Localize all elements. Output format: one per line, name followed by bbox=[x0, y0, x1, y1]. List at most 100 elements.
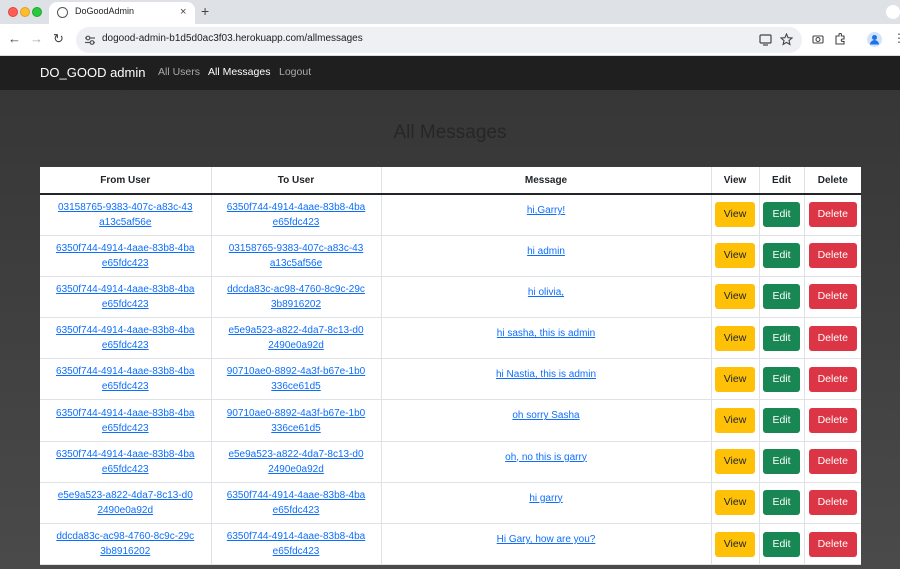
reload-button[interactable]: ↻ bbox=[53, 31, 64, 47]
window-minimize-button[interactable] bbox=[20, 7, 30, 17]
nav-link-logout[interactable]: Logout bbox=[279, 66, 311, 78]
view-button[interactable]: View bbox=[714, 366, 756, 392]
table-row: 6350f744-4914-4aae-83b8-4bae65fdc423 9071… bbox=[40, 358, 861, 401]
delete-button[interactable]: Delete bbox=[808, 366, 857, 392]
to-user-cell: 6350f744-4914-4aae-83b8-4bae65fdc423 bbox=[211, 482, 382, 525]
browser-menu-icon[interactable]: ⋮ bbox=[893, 31, 900, 45]
forward-button[interactable]: → bbox=[30, 31, 43, 47]
delete-button[interactable]: Delete bbox=[808, 325, 857, 351]
new-tab-button[interactable]: + bbox=[201, 3, 209, 19]
from-user-link[interactable]: 6350f744-4914-4aae-83b8-4bae65fdc423 bbox=[55, 241, 195, 271]
to-user-link[interactable]: 6350f744-4914-4aae-83b8-4bae65fdc423 bbox=[226, 488, 366, 518]
edit-button[interactable]: Edit bbox=[763, 366, 800, 392]
edit-button[interactable]: Edit bbox=[763, 490, 800, 516]
from-user-link[interactable]: e5e9a523-a822-4da7-8c13-d02490e0a92d bbox=[55, 488, 195, 518]
extensions-icon[interactable] bbox=[834, 33, 846, 45]
edit-cell: Edit bbox=[759, 235, 805, 277]
to-user-cell: 90710ae0-8892-4a3f-b67e-1b0336ce61d5 bbox=[211, 399, 382, 442]
page-title: All Messages bbox=[393, 122, 507, 143]
view-button[interactable]: View bbox=[714, 490, 756, 516]
message-link[interactable]: hi Nastia, this is admin bbox=[496, 369, 596, 380]
address-bar[interactable]: dogood-admin-b1d5d0ac3f03.herokuapp.com/… bbox=[76, 27, 802, 53]
message-link[interactable]: hi sasha, this is admin bbox=[497, 328, 595, 339]
edit-button[interactable]: Edit bbox=[763, 284, 800, 310]
view-cell: View bbox=[711, 194, 760, 236]
nav-link-all-users[interactable]: All Users bbox=[158, 66, 200, 78]
header-view: View bbox=[711, 167, 760, 195]
camera-icon[interactable] bbox=[812, 33, 824, 45]
from-user-link[interactable]: 6350f744-4914-4aae-83b8-4bae65fdc423 bbox=[55, 364, 195, 394]
to-user-link[interactable]: 90710ae0-8892-4a3f-b67e-1b0336ce61d5 bbox=[226, 406, 366, 436]
from-user-link[interactable]: 6350f744-4914-4aae-83b8-4bae65fdc423 bbox=[55, 447, 195, 477]
header-from-user: From User bbox=[40, 167, 212, 195]
delete-cell: Delete bbox=[804, 523, 861, 566]
browser-tab[interactable]: DoGoodAdmin × bbox=[49, 2, 195, 24]
edit-button[interactable]: Edit bbox=[763, 408, 800, 434]
tab-close-button[interactable]: × bbox=[180, 5, 186, 19]
from-user-link[interactable]: 6350f744-4914-4aae-83b8-4bae65fdc423 bbox=[55, 282, 195, 312]
to-user-link[interactable]: ddcda83c-ac98-4760-8c9c-29c3b8916202 bbox=[226, 282, 366, 312]
to-user-link[interactable]: e5e9a523-a822-4da7-8c13-d02490e0a92d bbox=[226, 323, 366, 353]
view-button[interactable]: View bbox=[714, 284, 756, 310]
edit-button[interactable]: Edit bbox=[763, 243, 800, 269]
to-user-link[interactable]: e5e9a523-a822-4da7-8c13-d02490e0a92d bbox=[226, 447, 366, 477]
message-link[interactable]: hi olivia, bbox=[528, 287, 564, 298]
message-link[interactable]: hi admin bbox=[527, 246, 565, 257]
view-button[interactable]: View bbox=[714, 449, 756, 475]
nav-link-all-messages[interactable]: All Messages bbox=[208, 66, 270, 78]
brand-logo[interactable]: DO_GOOD admin bbox=[40, 65, 145, 80]
edit-button[interactable]: Edit bbox=[763, 449, 800, 475]
to-user-link[interactable]: 90710ae0-8892-4a3f-b67e-1b0336ce61d5 bbox=[226, 364, 366, 394]
message-link[interactable]: hi,Garry! bbox=[527, 205, 565, 216]
from-user-link[interactable]: 6350f744-4914-4aae-83b8-4bae65fdc423 bbox=[55, 323, 195, 353]
view-button[interactable]: View bbox=[714, 325, 756, 351]
window-zoom-button[interactable] bbox=[32, 7, 42, 17]
view-button[interactable]: View bbox=[714, 408, 756, 434]
table-row: 6350f744-4914-4aae-83b8-4bae65fdc423 ddcd… bbox=[40, 276, 861, 319]
from-user-link[interactable]: 6350f744-4914-4aae-83b8-4bae65fdc423 bbox=[55, 406, 195, 436]
table-row: 6350f744-4914-4aae-83b8-4bae65fdc423 e5e9… bbox=[40, 317, 861, 360]
message-link[interactable]: oh sorry Sasha bbox=[512, 410, 579, 421]
install-app-icon[interactable] bbox=[759, 33, 772, 46]
bookmark-star-icon[interactable] bbox=[780, 33, 793, 46]
to-user-cell: 03158765-9383-407c-a83c-43a13c5af56e bbox=[211, 235, 382, 277]
window-close-button[interactable] bbox=[8, 7, 18, 17]
edit-button[interactable]: Edit bbox=[763, 531, 800, 557]
from-user-link[interactable]: 03158765-9383-407c-a83c-43a13c5af56e bbox=[55, 200, 195, 230]
from-user-cell: 6350f744-4914-4aae-83b8-4bae65fdc423 bbox=[40, 235, 212, 277]
to-user-link[interactable]: 6350f744-4914-4aae-83b8-4bae65fdc423 bbox=[226, 529, 366, 559]
to-user-link[interactable]: 6350f744-4914-4aae-83b8-4bae65fdc423 bbox=[226, 200, 366, 230]
delete-button[interactable]: Delete bbox=[808, 202, 857, 228]
delete-button[interactable]: Delete bbox=[808, 449, 857, 475]
delete-button[interactable]: Delete bbox=[808, 490, 857, 516]
edit-cell: Edit bbox=[759, 194, 805, 236]
delete-cell: Delete bbox=[804, 276, 861, 319]
view-button[interactable]: View bbox=[714, 202, 756, 228]
to-user-link[interactable]: 03158765-9383-407c-a83c-43a13c5af56e bbox=[226, 241, 366, 271]
message-link[interactable]: oh, no this is garry bbox=[505, 452, 587, 463]
profile-avatar[interactable] bbox=[867, 32, 882, 47]
message-cell: hi olivia, bbox=[381, 276, 712, 319]
delete-button[interactable]: Delete bbox=[808, 243, 857, 269]
site-settings-icon[interactable] bbox=[84, 34, 96, 46]
message-link[interactable]: Hi Gary, how are you? bbox=[497, 534, 596, 545]
from-user-link[interactable]: ddcda83c-ac98-4760-8c9c-29c3b8916202 bbox=[55, 529, 195, 559]
view-button[interactable]: View bbox=[714, 243, 756, 269]
messages-table: From User To User Message View Edit Dele… bbox=[40, 167, 861, 566]
tab-title: DoGoodAdmin bbox=[75, 6, 135, 16]
delete-button[interactable]: Delete bbox=[808, 408, 857, 434]
tab-search-button[interactable] bbox=[886, 5, 900, 19]
edit-button[interactable]: Edit bbox=[763, 325, 800, 351]
back-button[interactable]: ← bbox=[8, 31, 21, 47]
table-row: 6350f744-4914-4aae-83b8-4bae65fdc423 e5e9… bbox=[40, 441, 861, 483]
message-cell: hi,Garry! bbox=[381, 194, 712, 236]
from-user-cell: 6350f744-4914-4aae-83b8-4bae65fdc423 bbox=[40, 317, 212, 360]
edit-cell: Edit bbox=[759, 358, 805, 401]
delete-button[interactable]: Delete bbox=[808, 531, 857, 557]
edit-button[interactable]: Edit bbox=[763, 202, 800, 228]
delete-cell: Delete bbox=[804, 399, 861, 442]
view-button[interactable]: View bbox=[714, 531, 756, 557]
url-text[interactable]: dogood-admin-b1d5d0ac3f03.herokuapp.com/… bbox=[102, 33, 363, 44]
message-link[interactable]: hi garry bbox=[529, 493, 562, 504]
delete-button[interactable]: Delete bbox=[808, 284, 857, 310]
